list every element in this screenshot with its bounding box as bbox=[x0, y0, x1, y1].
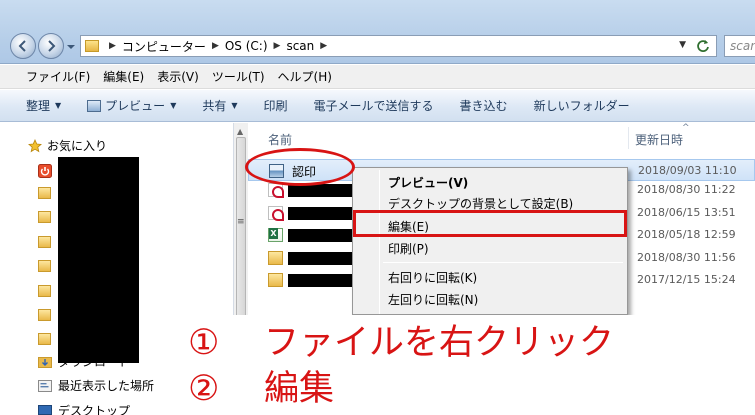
folder-icon[interactable] bbox=[38, 236, 51, 248]
breadcrumb-drive[interactable]: OS (C:) bbox=[225, 39, 268, 53]
step-number: ① bbox=[188, 323, 220, 363]
redacted-name bbox=[288, 252, 358, 265]
chevron-down-icon: ▼ bbox=[55, 101, 62, 110]
burn-button[interactable]: 書き込む bbox=[460, 97, 508, 114]
preview-icon bbox=[87, 99, 102, 112]
context-print[interactable]: 印刷(P) bbox=[388, 240, 429, 257]
nav-item-recent-red[interactable] bbox=[38, 164, 52, 178]
folder-icon[interactable] bbox=[38, 211, 51, 223]
context-menu: プレビュー(V) デスクトップの背景として設定(B) 編集(E) 印刷(P) 右… bbox=[352, 167, 628, 315]
recent-places-icon bbox=[38, 379, 52, 392]
breadcrumb-separator-icon[interactable]: ▶ bbox=[212, 41, 219, 51]
breadcrumb-separator-icon[interactable]: ▶ bbox=[274, 41, 281, 51]
folder-icon bbox=[85, 40, 99, 52]
refresh-icon bbox=[697, 40, 709, 52]
chevron-down-icon: ▼ bbox=[170, 101, 177, 110]
folder-icon[interactable] bbox=[38, 309, 51, 321]
preview-label: プレビュー bbox=[105, 99, 166, 113]
organize-label: 整理 bbox=[26, 99, 51, 113]
folder-icon bbox=[268, 273, 283, 287]
forward-button[interactable] bbox=[38, 33, 64, 59]
menu-tools[interactable]: ツール(T) bbox=[212, 68, 265, 85]
chevron-down-icon: ▼ bbox=[231, 101, 238, 110]
column-divider[interactable] bbox=[628, 127, 629, 149]
nav-downloads-label: ダウンロード bbox=[58, 355, 131, 369]
file-date: 2018/06/15 13:51 bbox=[637, 206, 736, 219]
new-folder-button[interactable]: 新しいフォルダー bbox=[534, 97, 630, 114]
desktop-icon bbox=[38, 404, 52, 415]
file-date: 2018/09/03 11:10 bbox=[638, 164, 737, 177]
context-rotate-right[interactable]: 右回りに回転(K) bbox=[388, 269, 477, 286]
breadcrumb-scan[interactable]: scan bbox=[286, 39, 314, 53]
instruction-step-1: ① ファイルを右クリック bbox=[188, 323, 614, 363]
instruction-step-2: ② 編集 bbox=[188, 369, 334, 409]
address-dropdown-icon[interactable]: ▼ bbox=[679, 40, 686, 50]
pdf-file-icon bbox=[268, 183, 284, 198]
menu-bar: ファイル(F) 編集(E) 表示(V) ツール(T) ヘルプ(H) bbox=[0, 65, 755, 89]
redacted-name bbox=[288, 274, 358, 287]
context-separator bbox=[383, 262, 623, 263]
step-text: 編集 bbox=[264, 369, 335, 409]
star-icon bbox=[28, 138, 42, 152]
folder-icon[interactable] bbox=[38, 260, 51, 272]
arrow-left-icon bbox=[18, 40, 26, 52]
preview-button[interactable]: プレビュー ▼ bbox=[87, 97, 176, 114]
nav-item-recent-places[interactable]: 最近表示した場所 bbox=[38, 377, 154, 394]
pdf-file-icon bbox=[268, 206, 284, 221]
redacted-area bbox=[58, 157, 139, 363]
email-button[interactable]: 電子メールで送信する bbox=[314, 97, 434, 114]
annotation-rectangle bbox=[353, 210, 627, 237]
instruction-overlay: ① ファイルを右クリック ② 編集 bbox=[176, 315, 755, 415]
power-icon bbox=[38, 164, 52, 178]
context-rotate-left[interactable]: 左回りに回転(N) bbox=[388, 291, 478, 308]
share-button[interactable]: 共有 ▼ bbox=[202, 97, 237, 114]
annotation-circle bbox=[245, 148, 355, 186]
excel-file-icon bbox=[268, 228, 283, 242]
menu-edit[interactable]: 編集(E) bbox=[103, 68, 144, 85]
file-date: 2018/05/18 12:59 bbox=[637, 228, 736, 241]
step-text: ファイルを右クリック bbox=[264, 323, 615, 363]
print-button[interactable]: 印刷 bbox=[264, 97, 288, 114]
file-date: 2018/08/30 11:22 bbox=[637, 183, 736, 196]
arrow-right-icon bbox=[48, 40, 56, 52]
scrollbar-grip-icon: ≡ bbox=[237, 217, 245, 227]
scroll-up-icon[interactable]: ▲ bbox=[237, 127, 243, 136]
nav-favorites-label: お気に入り bbox=[47, 139, 108, 153]
search-input[interactable]: scan bbox=[724, 35, 755, 57]
history-dropdown-icon[interactable] bbox=[66, 42, 76, 52]
address-bar[interactable]: ▶ コンピューター ▶ OS (C:) ▶ scan ▶ ▼ bbox=[80, 35, 717, 57]
share-label: 共有 bbox=[202, 99, 227, 113]
redacted-name bbox=[288, 229, 358, 242]
folder-icon[interactable] bbox=[38, 285, 51, 297]
step-number: ② bbox=[188, 369, 220, 409]
folder-icon[interactable] bbox=[38, 187, 51, 199]
nav-item-desktop[interactable]: デスクトップ bbox=[38, 402, 130, 415]
sort-indicator-icon: ^ bbox=[682, 123, 690, 133]
file-date: 2017/12/15 15:24 bbox=[637, 273, 736, 286]
nav-recent-label: 最近表示した場所 bbox=[58, 379, 155, 393]
context-preview[interactable]: プレビュー(V) bbox=[388, 174, 468, 191]
breadcrumb-computer[interactable]: コンピューター bbox=[122, 38, 206, 55]
nav-desktop-label: デスクトップ bbox=[58, 404, 131, 415]
menu-view[interactable]: 表示(V) bbox=[157, 68, 199, 85]
download-folder-icon bbox=[38, 356, 52, 368]
breadcrumb-separator-icon[interactable]: ▶ bbox=[109, 41, 116, 51]
breadcrumb-separator-icon[interactable]: ▶ bbox=[320, 41, 327, 51]
organize-button[interactable]: 整理 ▼ bbox=[26, 97, 61, 114]
context-menu-gutter bbox=[379, 170, 380, 314]
command-toolbar: 整理 ▼ プレビュー ▼ 共有 ▼ 印刷 電子メールで送信する 書き込む 新しい… bbox=[0, 90, 755, 122]
nav-item-downloads[interactable]: ダウンロード bbox=[38, 353, 130, 370]
folder-icon bbox=[268, 251, 283, 265]
column-header-date[interactable]: 更新日時 bbox=[635, 131, 683, 148]
column-header-name[interactable]: 名前 bbox=[268, 131, 292, 148]
menu-file[interactable]: ファイル(F) bbox=[26, 68, 90, 85]
nav-favorites[interactable]: お気に入り bbox=[28, 137, 107, 154]
redacted-name bbox=[288, 207, 358, 220]
menu-help[interactable]: ヘルプ(H) bbox=[278, 68, 332, 85]
back-button[interactable] bbox=[10, 33, 36, 59]
window-titlebar: ▶ コンピューター ▶ OS (C:) ▶ scan ▶ ▼ scan bbox=[0, 0, 755, 64]
folder-icon[interactable] bbox=[38, 333, 51, 345]
file-date: 2018/08/30 11:56 bbox=[637, 251, 736, 264]
refresh-button[interactable] bbox=[694, 38, 712, 54]
